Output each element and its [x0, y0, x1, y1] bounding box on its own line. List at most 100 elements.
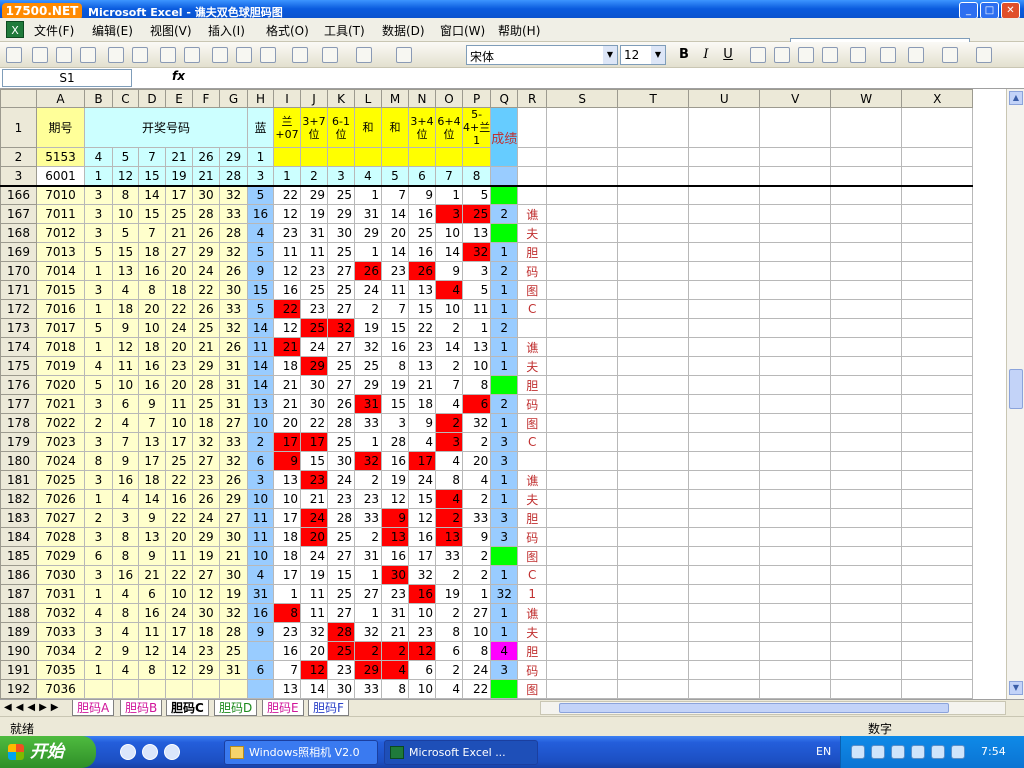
cell-value[interactable]: 10: [408, 679, 436, 699]
cell-issue[interactable]: 7030: [36, 565, 85, 585]
cell-hit[interactable]: 6: [461, 394, 492, 414]
cell-hit[interactable]: 16: [408, 584, 436, 604]
column-header[interactable]: T: [617, 89, 690, 108]
cell-value[interactable]: 31: [354, 204, 382, 224]
cell-result[interactable]: 1: [490, 299, 519, 319]
cell-value[interactable]: 19: [300, 204, 328, 224]
cell-value[interactable]: 23: [300, 299, 328, 319]
cell-blue[interactable]: 11: [247, 337, 274, 357]
cell[interactable]: [901, 375, 974, 395]
row-header[interactable]: 171: [0, 280, 37, 300]
cell-value[interactable]: 27: [354, 584, 382, 604]
cell-draw[interactable]: 20: [165, 527, 193, 547]
cell-issue[interactable]: 7027: [36, 508, 85, 528]
cell-value[interactable]: 2: [354, 299, 382, 319]
cell-draw[interactable]: 29: [192, 527, 220, 547]
cell-result[interactable]: 2: [490, 261, 519, 281]
cell[interactable]: [617, 107, 690, 148]
cell-draw[interactable]: 33: [219, 204, 248, 224]
column-header[interactable]: X: [901, 89, 974, 108]
cell-value[interactable]: 12: [273, 204, 301, 224]
cell-draw[interactable]: 26: [192, 489, 220, 509]
cell[interactable]: [901, 107, 974, 148]
cell[interactable]: [546, 280, 619, 300]
cell-draw[interactable]: 3: [84, 622, 113, 642]
cell-value[interactable]: 25: [354, 356, 382, 376]
cell-hit[interactable]: 2: [354, 641, 382, 661]
cell-blue[interactable]: 14: [247, 356, 274, 376]
undo-icon[interactable]: [322, 47, 338, 63]
cell-value[interactable]: 6: [408, 660, 436, 680]
cell-draw[interactable]: 18: [192, 622, 220, 642]
cell-value[interactable]: 8: [381, 679, 409, 699]
menu-insert[interactable]: 插入(I): [208, 22, 245, 39]
cell-value[interactable]: 31: [354, 546, 382, 566]
cell-issue[interactable]: 7033: [36, 622, 85, 642]
cell-draw[interactable]: 2: [84, 508, 113, 528]
cell-value[interactable]: 8: [435, 622, 463, 642]
cell[interactable]: [830, 641, 903, 661]
cell-hit[interactable]: 8: [273, 603, 301, 623]
permission-icon[interactable]: [80, 47, 96, 63]
cell-draw[interactable]: 16: [138, 356, 166, 376]
hyperlink-icon[interactable]: [396, 47, 412, 63]
cell-value[interactable]: 15: [381, 394, 409, 414]
cell-value[interactable]: 9: [408, 413, 436, 433]
cell-issue[interactable]: 7032: [36, 603, 85, 623]
cell[interactable]: [688, 660, 761, 680]
cell[interactable]: [759, 318, 832, 338]
cell[interactable]: [830, 603, 903, 623]
cell[interactable]: [617, 546, 690, 566]
cell-draw[interactable]: 18: [138, 337, 166, 357]
column-header[interactable]: G: [219, 89, 248, 108]
print-preview-icon[interactable]: [132, 47, 148, 63]
cell-draw[interactable]: 25: [165, 451, 193, 471]
cell-blue[interactable]: 15: [247, 280, 274, 300]
cell-draw[interactable]: 20: [165, 337, 193, 357]
cell-value[interactable]: 25: [327, 432, 355, 452]
cell-value[interactable]: 27: [327, 299, 355, 319]
cell-draw[interactable]: 10: [165, 413, 193, 433]
cell-value[interactable]: 4: [435, 394, 463, 414]
cell-value[interactable]: 29: [354, 375, 382, 395]
cell-label[interactable]: 图: [517, 413, 548, 433]
vertical-scroll-thumb[interactable]: [1009, 369, 1023, 409]
cell[interactable]: [617, 242, 690, 262]
cell-value[interactable]: 32: [408, 565, 436, 585]
horizontal-scrollbar[interactable]: [540, 701, 1006, 715]
fx-icon[interactable]: fx: [172, 69, 185, 83]
cell-value[interactable]: 1: [273, 584, 301, 604]
cell-issue[interactable]: 7034: [36, 641, 85, 661]
row-header[interactable]: 183: [0, 508, 37, 528]
cell-draw[interactable]: 18: [138, 242, 166, 262]
currency-icon[interactable]: [850, 47, 866, 63]
cell-value[interactable]: 15: [381, 318, 409, 338]
cell[interactable]: [688, 223, 761, 243]
cell-draw[interactable]: 22: [192, 280, 220, 300]
cell-hit[interactable]: 21: [273, 337, 301, 357]
cell[interactable]: [546, 107, 619, 148]
cell-value[interactable]: 2: [435, 318, 463, 338]
quicklaunch-desktop-icon[interactable]: [164, 744, 180, 760]
cell[interactable]: [901, 356, 974, 376]
cell[interactable]: [759, 375, 832, 395]
cell[interactable]: [759, 451, 832, 471]
cell-issue[interactable]: 7028: [36, 527, 85, 547]
cell-draw[interactable]: 32: [219, 185, 248, 205]
cell-value[interactable]: 22: [461, 679, 492, 699]
header-issue[interactable]: 期号: [36, 107, 85, 148]
cell[interactable]: [759, 641, 832, 661]
cell-value[interactable]: 11: [273, 242, 301, 262]
cell-value[interactable]: 13: [273, 470, 301, 490]
cell-hit[interactable]: 2: [381, 641, 409, 661]
cell-draw[interactable]: 23: [192, 470, 220, 490]
cell-label[interactable]: C: [517, 565, 548, 585]
cell-value[interactable]: 1: [461, 318, 492, 338]
cell-draw[interactable]: 10: [165, 584, 193, 604]
cell-result[interactable]: 1: [490, 489, 519, 509]
cell[interactable]: [617, 508, 690, 528]
cell-hit[interactable]: 32: [327, 318, 355, 338]
cell-value[interactable]: 24: [354, 280, 382, 300]
cell[interactable]: [830, 223, 903, 243]
cell[interactable]: [901, 147, 974, 167]
